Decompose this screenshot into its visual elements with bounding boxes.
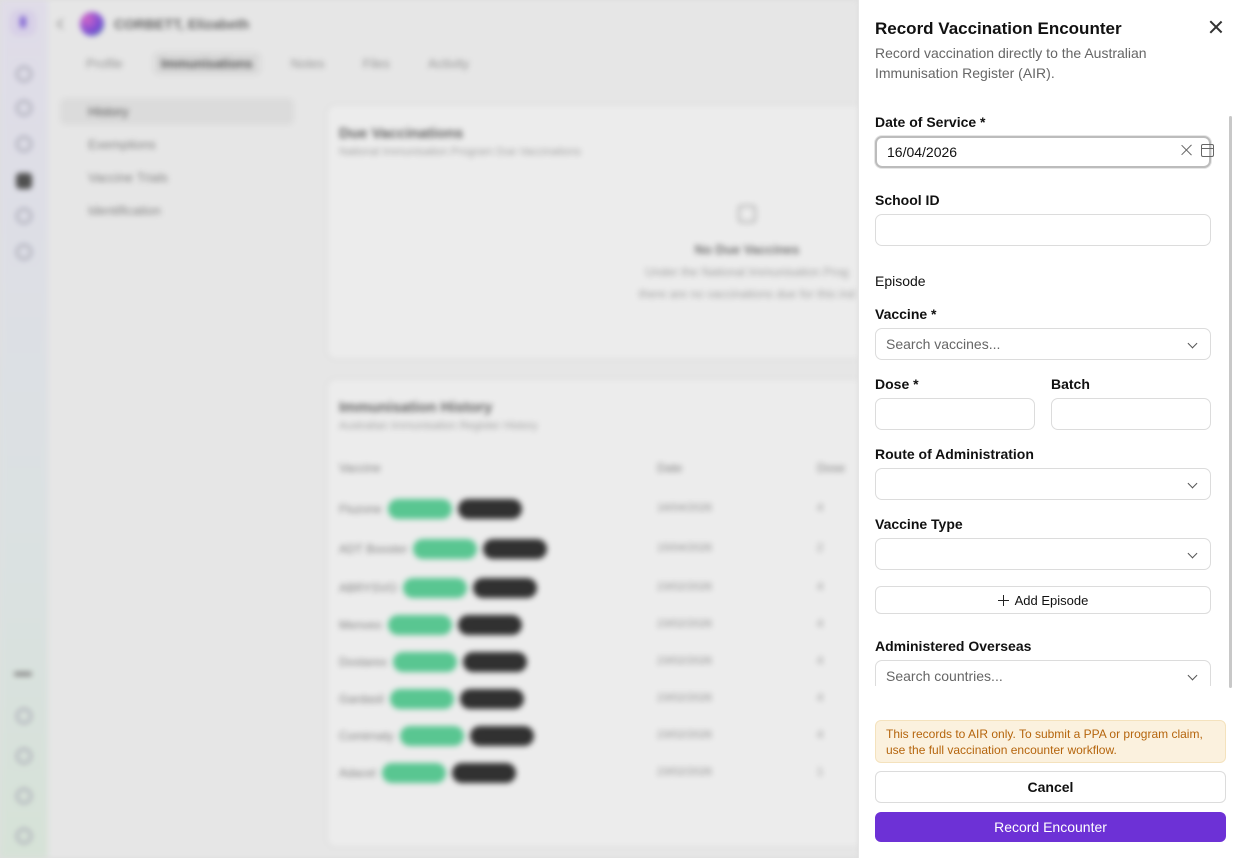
batch-label: Batch <box>1051 376 1090 392</box>
date-of-service-label: Date of Service * <box>875 114 986 130</box>
vaccine-type-label: Vaccine Type <box>875 516 963 532</box>
administered-overseas-label: Administered Overseas <box>875 638 1032 654</box>
modal-overlay[interactable] <box>0 0 858 858</box>
close-icon[interactable] <box>1209 20 1223 34</box>
chevron-down-icon <box>1187 478 1198 489</box>
calendar-icon[interactable] <box>1201 144 1214 157</box>
vaccine-select[interactable]: Search vaccines... <box>875 328 1211 360</box>
add-episode-button[interactable]: Add Episode <box>875 586 1211 614</box>
dose-label: Dose * <box>875 376 919 392</box>
drawer-title: Record Vaccination Encounter <box>875 19 1122 38</box>
chevron-down-icon <box>1187 670 1198 681</box>
dose-input[interactable] <box>875 398 1035 430</box>
cancel-button[interactable]: Cancel <box>875 771 1226 803</box>
route-select[interactable] <box>875 468 1211 500</box>
scroll-fade <box>859 686 1229 702</box>
clear-date-icon[interactable] <box>1181 144 1193 156</box>
vaccine-placeholder: Search vaccines... <box>886 336 1001 352</box>
vaccine-label: Vaccine * <box>875 306 937 322</box>
episode-heading: Episode <box>875 273 926 289</box>
record-vaccination-drawer: Record Vaccination Encounter Record vacc… <box>858 0 1240 858</box>
drawer-scrollbar[interactable] <box>1229 116 1232 688</box>
chevron-down-icon <box>1187 548 1198 559</box>
add-episode-label: Add Episode <box>1014 592 1089 608</box>
record-encounter-button[interactable]: Record Encounter <box>875 812 1226 842</box>
vaccine-type-select[interactable] <box>875 538 1211 570</box>
route-label: Route of Administration <box>875 446 1034 462</box>
batch-input[interactable] <box>1051 398 1211 430</box>
country-placeholder: Search countries... <box>886 668 1003 684</box>
drawer-description: Record vaccination directly to the Austr… <box>875 45 1147 81</box>
school-id-label: School ID <box>875 192 940 208</box>
air-only-notice: This records to AIR only. To submit a PP… <box>875 720 1226 763</box>
plus-icon <box>997 594 1009 606</box>
chevron-down-icon <box>1187 338 1198 349</box>
date-of-service-input[interactable] <box>875 136 1211 168</box>
school-id-input[interactable] <box>875 214 1211 246</box>
